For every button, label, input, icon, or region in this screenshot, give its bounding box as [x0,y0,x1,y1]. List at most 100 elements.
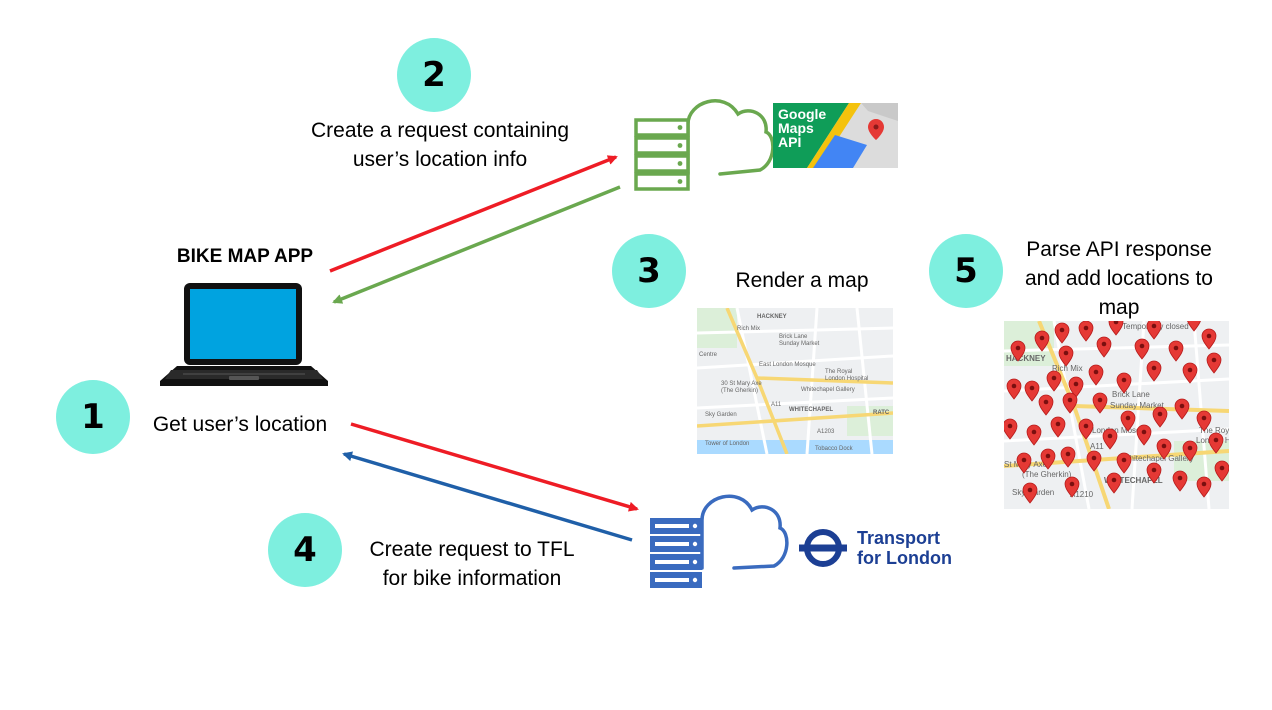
svg-text:Brick Lane: Brick Lane [779,334,808,340]
svg-text:A1203: A1203 [817,429,835,435]
step-3-circle: 3 [612,234,686,308]
svg-text:Tower of London: Tower of London [705,441,749,447]
google-badge-line1: Google [778,106,827,122]
map-pin-dot [1059,327,1065,333]
step-4-label-line2: for bike information [382,567,562,590]
map-pin-dot [1065,451,1071,457]
map-pin-dot [1179,403,1185,409]
map-pin-dot [1083,423,1089,429]
svg-text:(The Gherkin): (The Gherkin) [1022,470,1072,479]
map-pin-dot [1093,369,1099,375]
map-pin-dot [1051,375,1057,381]
step-5-label-line2: and add locations to [1025,267,1213,290]
bike-locations-map: HACKNEY Rich Mix Brick Lane Sunday Marke… [1004,321,1229,509]
tfl-line2: for London [857,548,952,568]
laptop-icon [160,283,328,386]
map-pin-dot [1107,433,1113,439]
svg-text:Tobacco Dock: Tobacco Dock [815,446,854,452]
arrow-tfl-to-app [342,451,633,542]
svg-text:Brick Lane: Brick Lane [1112,390,1150,399]
map-pin-dot [1121,377,1127,383]
map-pin-dot [1055,421,1061,427]
step-4-circle: 4 [268,513,342,587]
arrow-app-to-google [329,155,618,273]
map-pin-dot [1007,423,1013,429]
step-1-circle: 1 [56,380,130,454]
map-pin-dot [1141,429,1147,435]
arrow-app-to-tfl [350,422,639,512]
map-pin-dot [1021,457,1027,463]
map-pin-dot [1073,381,1079,387]
svg-text:30 St Mary Axe: 30 St Mary Axe [721,381,762,387]
step-5-label: Parse API response and add locations to … [1004,235,1234,322]
map-pin-dot [1139,343,1145,349]
map-pin-dot [1029,385,1035,391]
map-pin-dot [1039,335,1045,341]
step-1-label: Get user’s location [152,413,328,436]
map-pin-dot [1151,323,1157,329]
svg-text:Sunday Market: Sunday Market [779,341,820,347]
map-pin-dot [1111,477,1117,483]
svg-text:The Royal: The Royal [825,369,852,375]
svg-text:(The Gherkin): (The Gherkin) [721,388,758,394]
map-pin-dot [1177,475,1183,481]
step-5-circle: 5 [929,234,1003,308]
map-pin-dot [1045,453,1051,459]
step-2-label-line1: Create a request containing [311,119,569,142]
map-pin-dot [1043,399,1049,405]
step-2-label-line2: user’s location info [352,148,528,171]
app-title: BIKE MAP APP [176,246,314,267]
google-badge-line3: API [778,134,802,150]
map-pin-dot [1091,455,1097,461]
map-pin-dot [1151,467,1157,473]
map-pin-dot [1027,487,1033,493]
tfl-cloud-server-icon [650,494,789,588]
map-pin-dot [1063,350,1069,356]
svg-text:Whitechapel Gallery: Whitechapel Gallery [801,387,855,393]
map-pin-dot [1201,415,1207,421]
svg-text:A11: A11 [771,402,782,408]
map-pin-dot [1015,345,1021,351]
google-badge-line2: Maps [778,120,814,136]
map-pin-dot [1157,411,1163,417]
google-maps-api-logo: Google Maps API [773,103,898,168]
map-pin-dot [1206,333,1212,339]
map-pin-dot [1031,429,1037,435]
map-pin-dot [1151,365,1157,371]
map-pin-dot [1083,325,1089,331]
map-pin-dot [1187,367,1193,373]
arrow-google-to-app [332,185,621,304]
map-pin-dot [1069,481,1075,487]
map-pin-dot [1201,481,1207,487]
svg-text:Centre: Centre [699,352,718,358]
map-pin-dot [1101,341,1107,347]
svg-text:RATC: RATC [873,410,890,416]
map-pin-dot [1173,345,1179,351]
svg-text:Whitechapel Gallery: Whitechapel Gallery [1122,454,1194,463]
step-5-label-line3: map [1098,296,1140,319]
map-pin-dot [1121,457,1127,463]
svg-text:WHITECHAPEL: WHITECHAPEL [789,407,833,413]
map-pin-dot [1097,397,1103,403]
map-pin-dot [1011,383,1017,389]
tfl-line1: Transport [857,528,941,548]
tfl-roundel-icon [799,529,847,567]
step-4-label: Create request to TFL for bike informati… [352,535,592,593]
svg-text:East London Mosque: East London Mosque [759,362,816,368]
svg-text:London Hospital: London Hospital [825,376,868,382]
step-2-label: Create a request containing user’s locat… [290,116,590,174]
map-pin-dot [1213,437,1219,443]
svg-text:Rich Mix: Rich Mix [737,326,760,332]
tfl-logo-text: Transport for London [857,528,952,568]
svg-text:Sky Garden: Sky Garden [705,412,737,418]
map-pin-dot [1211,357,1217,363]
step-5-label-line1: Parse API response [1026,238,1212,261]
step-3-label: Render a map [735,269,869,292]
map-pin-dot [1187,445,1193,451]
svg-text:A11: A11 [1090,442,1104,451]
step-4-label-line1: Create request to TFL [369,538,575,561]
map-pin-dot [1219,465,1225,471]
map-pin-dot [1161,443,1167,449]
rendered-map-thumbnail: HACKNEY Rich Mix Brick Lane Sunday Marke… [697,308,893,454]
map-pin-dot [1067,397,1073,403]
